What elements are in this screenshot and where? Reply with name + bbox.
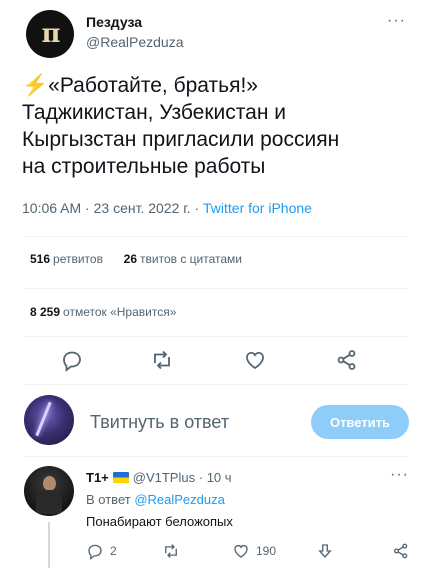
reply-tweet[interactable]: T1+ @V1TPlus · 10 ч ··· В ответ @RealPezd…: [20, 462, 415, 568]
tweet-time[interactable]: 10:06 AM: [22, 200, 81, 216]
retweet-icon: [165, 544, 177, 558]
reply-icon[interactable]: [60, 348, 84, 372]
reply-like-button[interactable]: 190: [232, 542, 276, 560]
quotes-link[interactable]: 26 твитов с цитатами: [124, 252, 242, 266]
reply-author-handle[interactable]: @V1TPlus: [133, 470, 195, 485]
tweet-actions: [60, 348, 360, 374]
tweet-text-line: Кыргызстан пригласили россиян: [22, 128, 340, 151]
more-options-icon[interactable]: ···: [387, 12, 406, 30]
downvote-icon[interactable]: [316, 542, 340, 560]
reply-actions: 2 190: [86, 542, 416, 564]
reply-author-avatar[interactable]: [24, 466, 74, 516]
divider: [22, 288, 408, 289]
divider: [22, 336, 408, 337]
tweet-source[interactable]: Twitter for iPhone: [203, 200, 312, 216]
reply-text: Понабирают беложопых: [86, 514, 233, 529]
reply-compose: Твитнуть в ответ Ответить: [20, 395, 415, 449]
author-avatar[interactable]: п: [26, 10, 74, 58]
like-icon: [234, 545, 248, 558]
tweet-text-line: Таджикистан, Узбекистан и: [22, 101, 287, 124]
divider: [22, 236, 408, 237]
reply-button[interactable]: Ответить: [311, 405, 409, 439]
reply-author-name[interactable]: T1+: [86, 470, 109, 485]
tweet-header: п Пездуза @RealPezduza ···: [20, 6, 410, 62]
likes-link[interactable]: 8 259 отметок «Нравится»: [30, 305, 176, 319]
retweet-icon[interactable]: [150, 348, 174, 372]
reply-author[interactable]: T1+ @V1TPlus · 10 ч: [86, 470, 232, 485]
retweets-link[interactable]: 516 ретвитов: [30, 252, 103, 266]
reply-icon: [88, 544, 102, 560]
meta-separator: ·: [85, 200, 90, 216]
divider: [22, 384, 408, 385]
lightning-icon: ⚡: [22, 74, 49, 97]
reply-to-line: В ответ @RealPezduza: [86, 492, 225, 507]
reply-share-icon[interactable]: [392, 542, 416, 560]
reply-input[interactable]: Твитнуть в ответ: [90, 412, 229, 433]
tweet-date[interactable]: 23 сент. 2022 г.: [94, 200, 191, 216]
tweet-meta: 10:06 AM · 23 сент. 2022 г. · Twitter fo…: [22, 200, 312, 216]
my-avatar[interactable]: [24, 395, 74, 445]
share-icon[interactable]: [335, 348, 359, 372]
reply-retweet-button[interactable]: [162, 542, 186, 560]
retweet-stats: 516 ретвитов 26 твитов с цитатами: [30, 252, 242, 266]
tweet-text-line: на строительные работы: [22, 155, 266, 178]
reply-time[interactable]: 10 ч: [207, 470, 232, 485]
thread-line: [48, 522, 50, 568]
like-icon[interactable]: [243, 348, 267, 372]
meta-separator: ·: [198, 470, 204, 485]
ukraine-flag-icon: [112, 472, 129, 483]
reply-to-mention[interactable]: @RealPezduza: [134, 492, 225, 507]
meta-separator: ·: [194, 200, 200, 216]
reply-reply-button[interactable]: 2: [86, 542, 117, 560]
author-handle[interactable]: @RealPezduza: [86, 34, 184, 50]
tweet-text-line: ⚡«Работайте, братья!»: [22, 74, 258, 97]
divider: [22, 456, 408, 457]
author-name[interactable]: Пездуза: [86, 14, 142, 30]
reply-more-options-icon[interactable]: ···: [390, 466, 409, 484]
tweet-text: ⚡«Работайте, братья!» Таджикистан, Узбек…: [22, 72, 412, 180]
